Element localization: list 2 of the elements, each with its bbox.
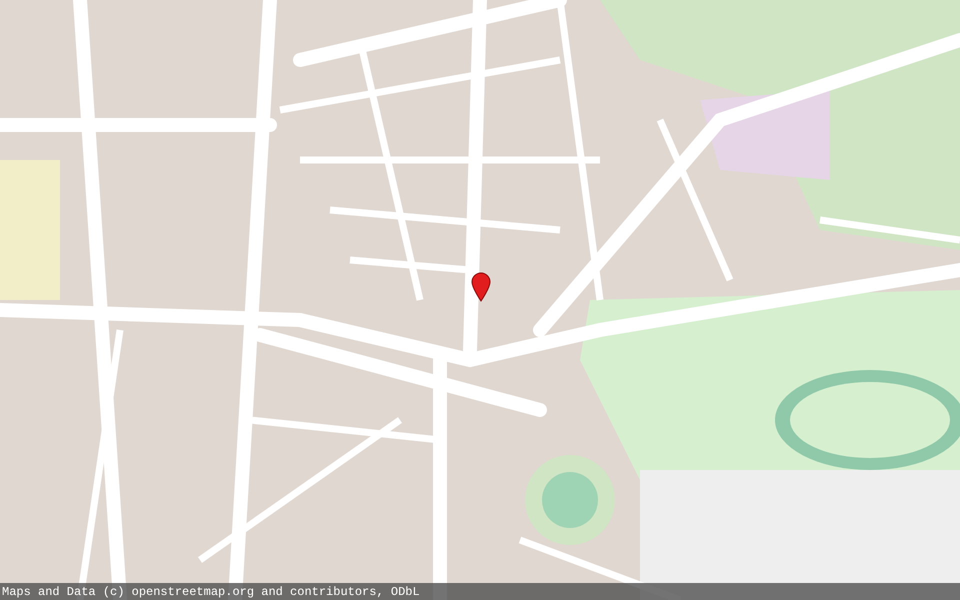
attribution-text: Maps and Data (c) openstreetmap.org and contributors, ODbL: [2, 584, 420, 600]
location-pin-icon: [471, 272, 491, 302]
